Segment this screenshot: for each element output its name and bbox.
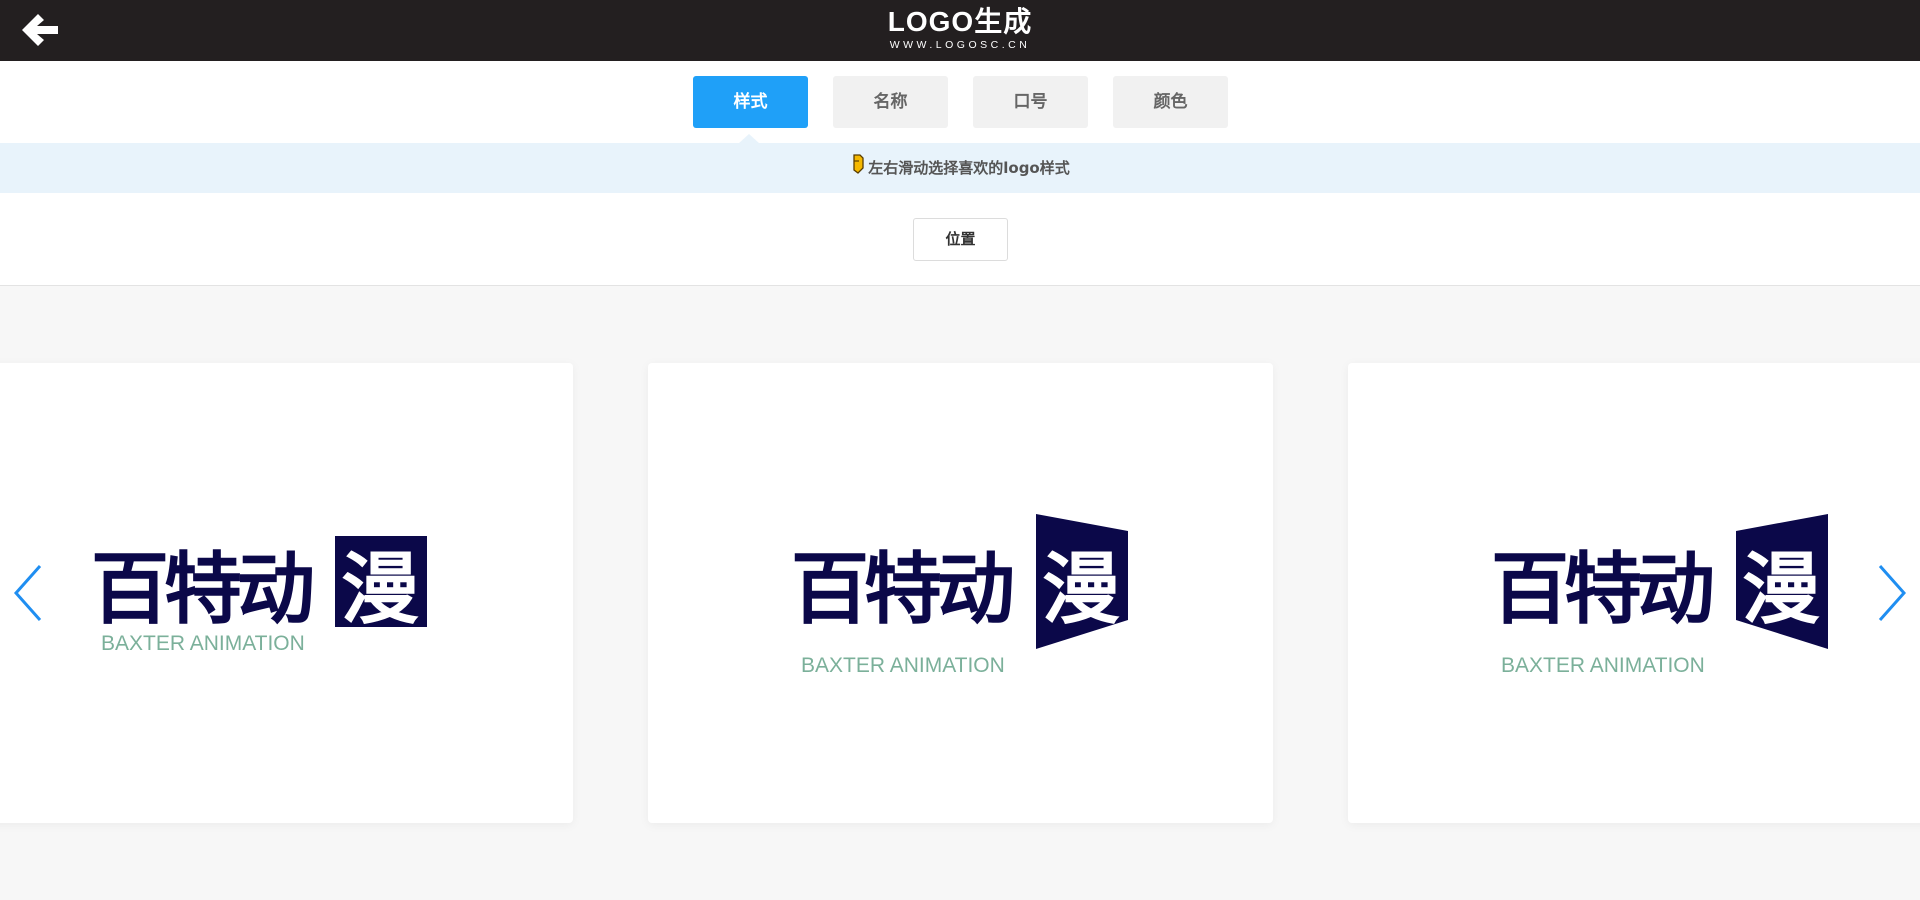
logo-char-4: 漫: [1742, 545, 1820, 635]
logo-char-4: 漫: [1042, 545, 1120, 635]
sub-toolbar: 位置: [0, 193, 1920, 286]
carousel-next-button[interactable]: [1872, 562, 1912, 624]
logo-char-1: 百: [1491, 545, 1569, 635]
logo-char-3: 动: [937, 545, 1015, 635]
logo-char-2: 特: [164, 545, 242, 635]
logo-slogan: BAXTER ANIMATION: [101, 632, 305, 655]
tab-color[interactable]: 颜色: [1113, 76, 1228, 128]
chevron-right-icon: [1878, 565, 1907, 621]
logo-preview: 百 特 动 漫 BAXTER ANIMATION: [791, 514, 1128, 677]
logo-preview: 百 特 动 漫 BAXTER ANIMATION: [1491, 514, 1828, 677]
logo-char-1: 百: [791, 545, 869, 635]
carousel-prev-button[interactable]: [8, 562, 48, 624]
position-button[interactable]: 位置: [913, 218, 1008, 261]
pointing-hand-icon: [850, 144, 866, 194]
logo-preview: 百 特 动 漫 BAXTER ANIMATION: [91, 536, 427, 655]
site-logo[interactable]: LOGO生成 WWW.LOGOSC.CN: [860, 6, 1060, 54]
logo-char-1: 百: [91, 545, 169, 635]
logo-slogan: BAXTER ANIMATION: [801, 654, 1005, 677]
brand-url: WWW.LOGOSC.CN: [889, 39, 1031, 51]
tab-style[interactable]: 样式: [693, 76, 808, 128]
logo-card-left[interactable]: 百 特 动 漫 BAXTER ANIMATION: [0, 363, 573, 823]
logo-card-right[interactable]: 百 特 动 漫 BAXTER ANIMATION: [1348, 363, 1920, 823]
tab-slogan[interactable]: 口号: [973, 76, 1088, 128]
brand-title: LOGO生成: [887, 6, 1033, 37]
logo-card-center[interactable]: 百 特 动 漫 BAXTER ANIMATION: [648, 363, 1273, 823]
top-bar: LOGO生成 WWW.LOGOSC.CN: [0, 0, 1920, 61]
swipe-hint: 左右滑动选择喜欢的logo样式: [0, 143, 1920, 193]
hint-text: 左右滑动选择喜欢的logo样式: [868, 159, 1070, 177]
logo-slogan: BAXTER ANIMATION: [1501, 654, 1705, 677]
back-button[interactable]: [16, 10, 64, 50]
arrow-left-icon: [22, 14, 58, 46]
logo-char-2: 特: [864, 545, 942, 635]
logo-char-3: 动: [237, 545, 315, 635]
logo-char-3: 动: [1637, 545, 1715, 635]
logo-char-4: 漫: [341, 545, 419, 635]
tab-name[interactable]: 名称: [833, 76, 948, 128]
tab-bar: 样式 名称 口号 颜色: [0, 61, 1920, 143]
logo-char-2: 特: [1564, 545, 1642, 635]
chevron-left-icon: [13, 565, 42, 621]
